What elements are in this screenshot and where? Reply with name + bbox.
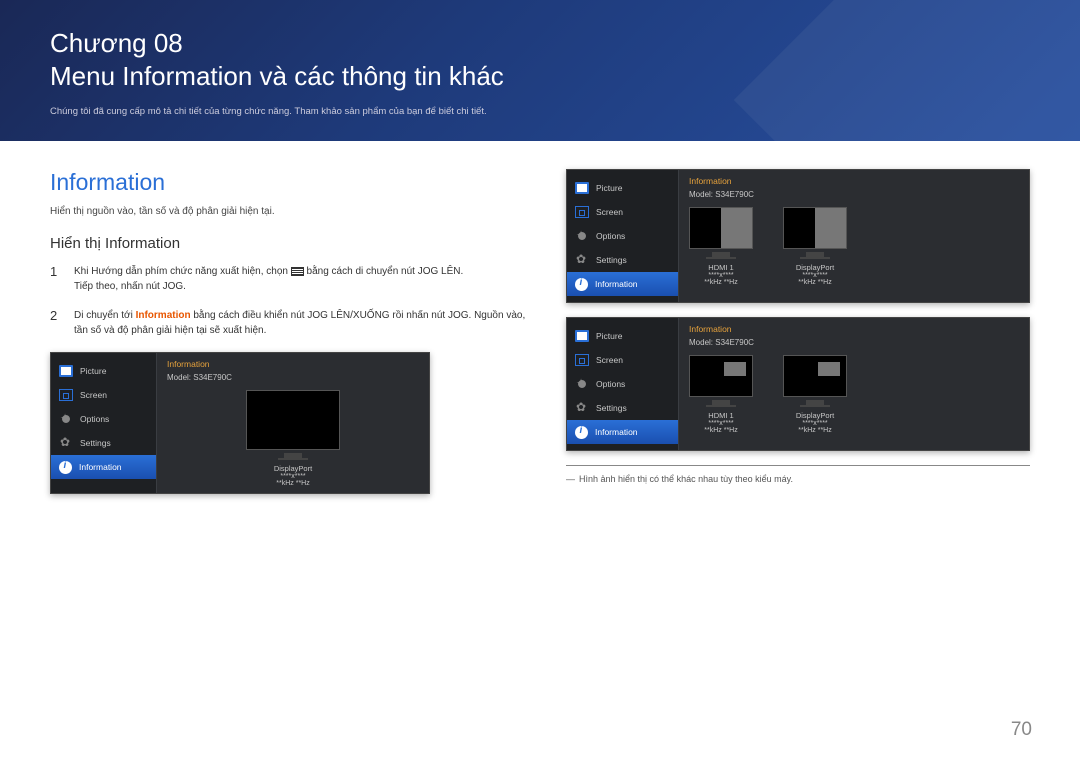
step-number: 2 bbox=[50, 308, 64, 338]
osd-item-options: Options bbox=[567, 224, 678, 248]
osd-screenshot-pip: Picture Screen Options Settings Informat… bbox=[566, 317, 1030, 451]
osd-screenshot-split: Picture Screen Options Settings Informat… bbox=[566, 169, 1030, 303]
step-2: 2 Di chuyển tới Information bằng cách đi… bbox=[50, 308, 530, 338]
monitor-pip-icon bbox=[689, 355, 753, 397]
screen-icon bbox=[59, 389, 73, 401]
section-title: Information bbox=[50, 169, 530, 196]
monitor-split-icon bbox=[689, 207, 753, 249]
settings-icon bbox=[59, 437, 73, 449]
screen-icon bbox=[575, 206, 589, 218]
page-number: 70 bbox=[1011, 719, 1032, 741]
options-icon bbox=[575, 230, 589, 242]
frequency-label: **kHz **Hz bbox=[689, 279, 753, 286]
monitor-row: HDMI 1 ****x**** **kHz **Hz DisplayPort … bbox=[689, 207, 1019, 286]
step-number: 1 bbox=[50, 264, 64, 294]
footnote-text: Hình ảnh hiển thị có thể khác nhau tùy t… bbox=[579, 474, 793, 484]
step-text: Di chuyển tới Information bằng cách điều… bbox=[74, 308, 530, 338]
osd-panel: Information Model: S34E790C HDMI 1 ****x… bbox=[679, 318, 1029, 450]
source-label: DisplayPort bbox=[783, 411, 847, 420]
monitor-block: DisplayPort ****x**** **kHz **Hz bbox=[246, 390, 340, 487]
osd-model: Model: S34E790C bbox=[689, 190, 1019, 199]
info-icon bbox=[575, 426, 588, 439]
settings-icon bbox=[575, 402, 589, 414]
osd-item-picture: Picture bbox=[51, 359, 156, 383]
osd-item-screen: Screen bbox=[567, 200, 678, 224]
resolution-label: ****x**** bbox=[783, 420, 847, 427]
section-desc: Hiển thị nguồn vào, tần số và độ phân gi… bbox=[50, 206, 530, 217]
right-column: Picture Screen Options Settings Informat… bbox=[566, 169, 1030, 508]
frequency-label: **kHz **Hz bbox=[246, 480, 340, 487]
osd-item-options: Options bbox=[567, 372, 678, 396]
monitor-row: HDMI 1 ****x**** **kHz **Hz DisplayPort … bbox=[689, 355, 1019, 434]
monitor-block: DisplayPort ****x**** **kHz **Hz bbox=[783, 207, 847, 286]
subsection-title: Hiển thị Information bbox=[50, 235, 530, 252]
keyword-information: Information bbox=[136, 310, 191, 321]
osd-item-settings: Settings bbox=[567, 248, 678, 272]
osd-panel: Information Model: S34E790C HDMI 1 ****x… bbox=[679, 170, 1029, 302]
body: Information Hiển thị nguồn vào, tần số v… bbox=[0, 141, 1080, 508]
osd-screenshot-single: Picture Screen Options Settings Informat… bbox=[50, 352, 430, 494]
osd-item-information: Information bbox=[567, 420, 678, 444]
osd-model: Model: S34E790C bbox=[689, 338, 1019, 347]
monitor-split-icon bbox=[783, 207, 847, 249]
monitor-block: DisplayPort ****x**** **kHz **Hz bbox=[783, 355, 847, 434]
osd-menu: Picture Screen Options Settings Informat… bbox=[51, 353, 157, 493]
footnote: ― Hình ảnh hiển thị có thể khác nhau tùy … bbox=[566, 465, 1030, 484]
monitor-block: HDMI 1 ****x**** **kHz **Hz bbox=[689, 355, 753, 434]
osd-item-information: Information bbox=[567, 272, 678, 296]
chapter-number: Chương 08 bbox=[50, 28, 1030, 59]
osd-menu: Picture Screen Options Settings Informat… bbox=[567, 318, 679, 450]
osd-item-options: Options bbox=[51, 407, 156, 431]
osd-item-screen: Screen bbox=[51, 383, 156, 407]
osd-item-picture: Picture bbox=[567, 324, 678, 348]
step-text: Khi Hướng dẫn phím chức năng xuất hiện, … bbox=[74, 264, 530, 294]
screen-icon bbox=[575, 354, 589, 366]
frequency-label: **kHz **Hz bbox=[783, 427, 847, 434]
info-icon bbox=[575, 278, 588, 291]
step-1: 1 Khi Hướng dẫn phím chức năng xuất hiện… bbox=[50, 264, 530, 294]
resolution-label: ****x**** bbox=[783, 272, 847, 279]
chapter-subtitle: Chúng tôi đã cung cấp mô tả chi tiết của… bbox=[50, 106, 1030, 117]
chapter-title: Menu Information và các thông tin khác bbox=[50, 61, 1030, 92]
resolution-label: ****x**** bbox=[246, 473, 340, 480]
monitor-icon bbox=[246, 390, 340, 450]
source-label: HDMI 1 bbox=[689, 411, 753, 420]
source-label: HDMI 1 bbox=[689, 263, 753, 272]
osd-model: Model: S34E790C bbox=[167, 373, 419, 382]
picture-icon bbox=[575, 182, 589, 194]
resolution-label: ****x**** bbox=[689, 272, 753, 279]
osd-item-settings: Settings bbox=[567, 396, 678, 420]
menu-icon bbox=[291, 267, 304, 276]
osd-item-information: Information bbox=[51, 455, 156, 479]
options-icon bbox=[575, 378, 589, 390]
settings-icon bbox=[575, 254, 589, 266]
osd-panel-title: Information bbox=[167, 359, 419, 369]
osd-item-picture: Picture bbox=[567, 176, 678, 200]
monitor-row: DisplayPort ****x**** **kHz **Hz bbox=[167, 390, 419, 487]
chapter-header: Chương 08 Menu Information và các thông … bbox=[0, 0, 1080, 141]
osd-panel-title: Information bbox=[689, 324, 1019, 334]
picture-icon bbox=[59, 365, 73, 377]
resolution-label: ****x**** bbox=[689, 420, 753, 427]
page: Chương 08 Menu Information và các thông … bbox=[0, 0, 1080, 763]
picture-icon bbox=[575, 330, 589, 342]
source-label: DisplayPort bbox=[246, 464, 340, 473]
monitor-block: HDMI 1 ****x**** **kHz **Hz bbox=[689, 207, 753, 286]
options-icon bbox=[59, 413, 73, 425]
steps-list: 1 Khi Hướng dẫn phím chức năng xuất hiện… bbox=[50, 264, 530, 338]
source-label: DisplayPort bbox=[783, 263, 847, 272]
frequency-label: **kHz **Hz bbox=[689, 427, 753, 434]
monitor-pip-icon bbox=[783, 355, 847, 397]
left-column: Information Hiển thị nguồn vào, tần số v… bbox=[50, 169, 530, 508]
osd-panel: Information Model: S34E790C DisplayPort … bbox=[157, 353, 429, 493]
dash-icon: ― bbox=[566, 474, 575, 484]
osd-item-settings: Settings bbox=[51, 431, 156, 455]
osd-panel-title: Information bbox=[689, 176, 1019, 186]
info-icon bbox=[59, 461, 72, 474]
osd-menu: Picture Screen Options Settings Informat… bbox=[567, 170, 679, 302]
osd-item-screen: Screen bbox=[567, 348, 678, 372]
frequency-label: **kHz **Hz bbox=[783, 279, 847, 286]
